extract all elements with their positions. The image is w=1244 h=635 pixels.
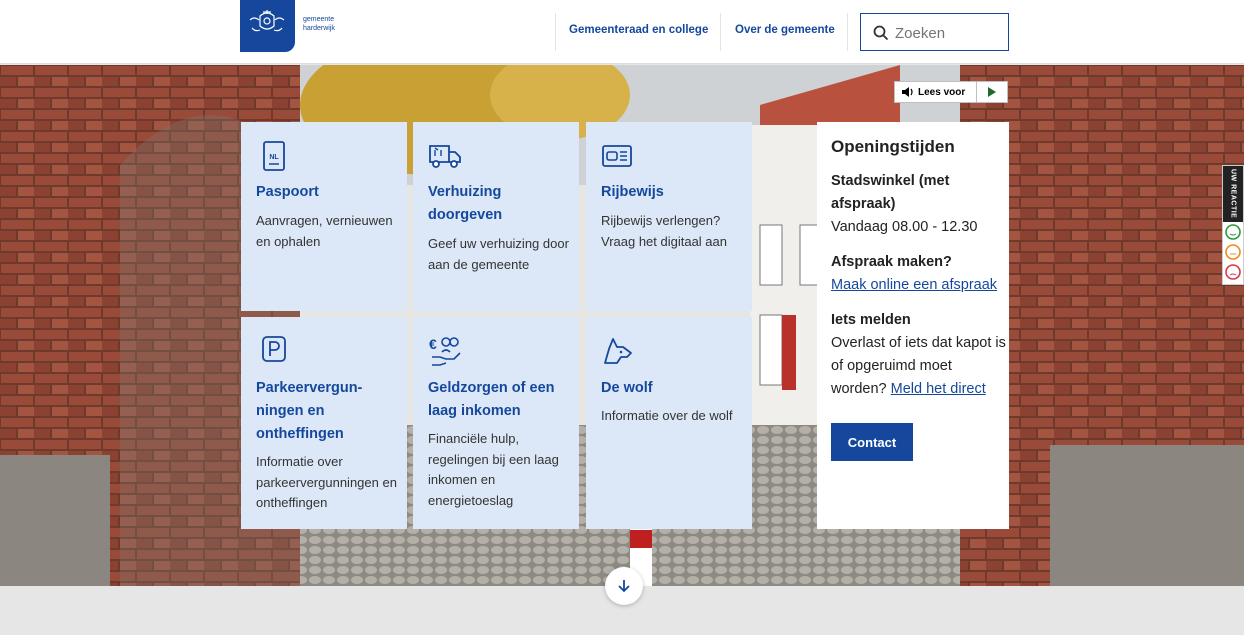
tile-description: Aanvragen, vernieuwen en ophalen [256, 213, 393, 249]
nav-divider [720, 13, 721, 51]
feedback-label: UW REACTIE [1223, 166, 1243, 222]
tile-rijbewijs[interactable]: Rijbewijs Rijbewijs verlengen? Vraag het… [586, 122, 752, 311]
money-worries-icon: € [429, 336, 461, 366]
opening-hours-panel: Openingstijden Stadswinkel (met afspraak… [817, 122, 1009, 529]
tile-verhuizing[interactable]: Verhuizing doorgeven Geef uw verhuizing … [413, 122, 579, 311]
coat-of-arms-icon [249, 10, 285, 32]
svg-text:NL: NL [269, 154, 279, 161]
feedback-smileys-icon [1225, 224, 1241, 280]
nav-divider [847, 13, 848, 51]
play-icon [988, 87, 996, 97]
scroll-down-button[interactable] [605, 567, 643, 605]
logo[interactable] [240, 0, 295, 52]
nav-link-gemeenteraad[interactable]: Gemeenteraad en college [569, 24, 708, 36]
logo-text-line1: gemeente [303, 16, 335, 23]
contact-button[interactable]: Contact [831, 423, 913, 461]
tile-geldzorgen[interactable]: € Geldzorgen of een laag inkomen Financi… [413, 317, 579, 529]
afspraak-link[interactable]: Maak online een afspraak [831, 277, 997, 293]
melden-link[interactable]: Meld het direct [891, 381, 986, 397]
melden-title: Iets melden [831, 312, 911, 328]
tile-title: Verhuizing doorgeven [428, 184, 503, 223]
stadswinkel-hours: Vandaag 08.00 - 12.30 [831, 219, 978, 235]
tile-title: Parkeervergun-ningen en ontheffingen [256, 380, 363, 442]
read-aloud-button[interactable]: Lees voor [894, 81, 977, 103]
tile-description: Rijbewijs verlengen? Vraag het digitaal … [601, 213, 728, 249]
page: gemeente harderwijk Gemeenteraad en coll… [0, 0, 1244, 635]
search-input[interactable] [895, 22, 1003, 44]
passport-icon: NL [263, 141, 285, 171]
logo-text: gemeente harderwijk [303, 15, 335, 33]
svg-text:€: € [429, 336, 437, 352]
play-button[interactable] [977, 81, 1008, 103]
tile-parkeervergunningen[interactable]: Parkeervergun-ningen en ontheffingen Inf… [241, 317, 407, 529]
read-aloud-label: Lees voor [918, 86, 966, 98]
tile-de-wolf[interactable]: De wolf Informatie over de wolf [586, 317, 752, 529]
opening-hours-title: Openingstijden [831, 137, 955, 156]
arrow-down-icon [618, 580, 630, 593]
logo-text-line2: harderwijk [303, 25, 335, 32]
tile-title: Geldzorgen of een laag inkomen [428, 380, 555, 419]
tile-description: Informatie over de wolf [601, 408, 733, 423]
wolf-icon [604, 338, 632, 364]
tile-description: Geef uw verhuizing door aan de gemeente [428, 236, 569, 272]
tile-title: Paspoort [256, 184, 319, 200]
tile-paspoort[interactable]: NL Paspoort Aanvragen, vernieuwen en oph… [241, 122, 407, 311]
read-aloud-widget: Lees voor [894, 81, 1008, 103]
site-header: gemeente harderwijk Gemeenteraad en coll… [0, 0, 1244, 64]
moving-truck-icon [429, 145, 461, 168]
stadswinkel-title: Stadswinkel (met afspraak) [831, 173, 950, 212]
feedback-tab[interactable]: UW REACTIE [1222, 165, 1244, 285]
parking-icon [262, 336, 286, 362]
search-box[interactable] [860, 13, 1009, 51]
nav-link-over-de-gemeente[interactable]: Over de gemeente [735, 24, 835, 36]
tile-description: Financiële hulp, regelingen bij een laag… [428, 431, 559, 508]
tile-description: Informatie over parkeervergunningen en o… [256, 454, 397, 510]
afspraak-title: Afspraak maken? [831, 254, 952, 270]
tile-title: Rijbewijs [601, 184, 664, 200]
nav-divider [555, 13, 556, 51]
driving-license-icon [602, 145, 632, 167]
speaker-icon [902, 87, 913, 97]
search-icon [873, 25, 889, 41]
tile-title: De wolf [601, 380, 653, 396]
